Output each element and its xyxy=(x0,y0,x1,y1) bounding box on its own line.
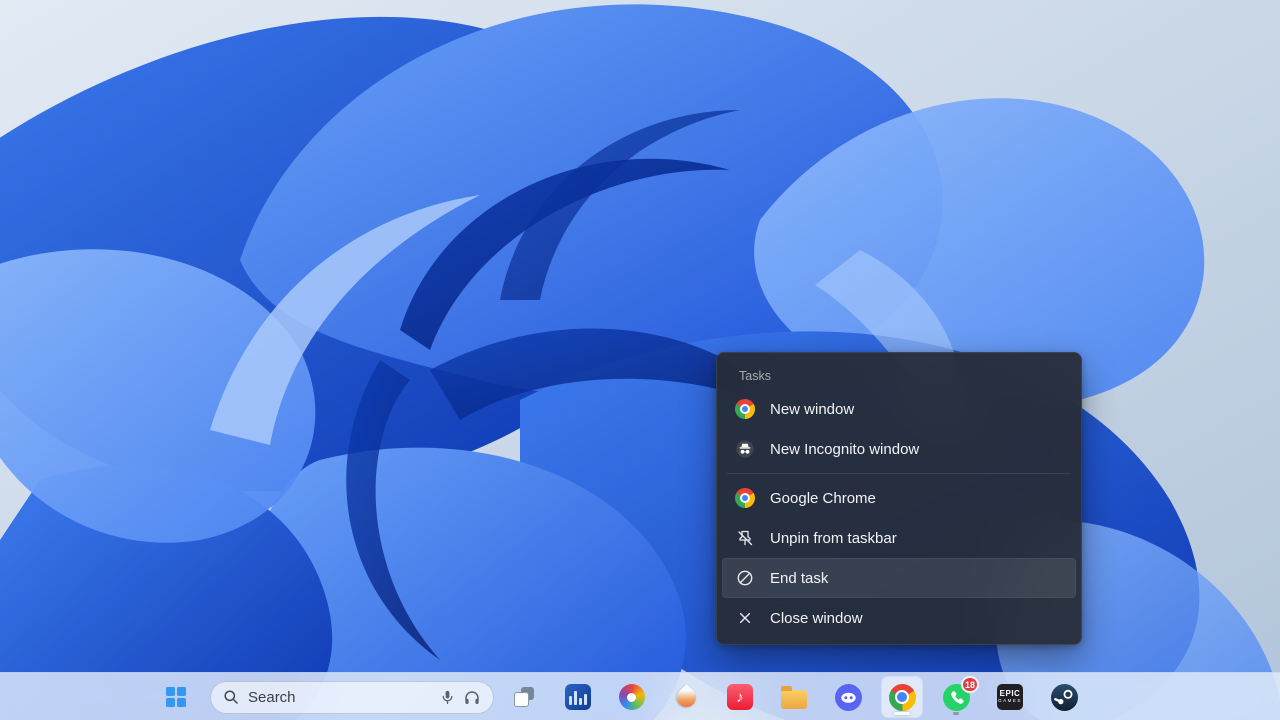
paint-palette-icon xyxy=(619,684,645,710)
taskbar-app-paint[interactable] xyxy=(612,677,652,717)
incognito-icon xyxy=(735,439,755,459)
task-manager-icon xyxy=(565,684,591,710)
taskbar-app-epic-games[interactable]: EPIC GAMES xyxy=(990,677,1030,717)
menu-item-end-task[interactable]: End task xyxy=(722,558,1076,598)
menu-item-label: New window xyxy=(770,401,854,418)
start-button[interactable] xyxy=(156,677,196,717)
task-view-icon xyxy=(512,685,536,709)
taskbar-app-steam[interactable] xyxy=(1044,677,1084,717)
active-app-indicator xyxy=(894,712,910,715)
menu-item-label: New Incognito window xyxy=(770,441,919,458)
menu-item-label: End task xyxy=(770,570,828,587)
menu-item-close-window[interactable]: Close window xyxy=(722,598,1076,638)
epic-games-icon: EPIC GAMES xyxy=(997,684,1023,710)
taskbar: Search xyxy=(0,672,1280,720)
droplet-app-icon xyxy=(673,684,700,711)
search-icon xyxy=(223,689,239,705)
wallpaper-bloom xyxy=(0,0,1280,720)
menu-item-label: Close window xyxy=(770,610,863,627)
chrome-icon xyxy=(735,399,755,419)
search-highlights xyxy=(439,688,481,706)
steam-icon xyxy=(1051,684,1078,711)
chrome-icon xyxy=(889,684,916,711)
search-box[interactable]: Search xyxy=(210,681,494,714)
unpin-icon xyxy=(735,528,755,548)
menu-item-label: Unpin from taskbar xyxy=(770,530,897,547)
taskbar-app-music[interactable]: ♪ xyxy=(720,677,760,717)
chrome-jump-list: Tasks New window New Incognito window xyxy=(716,352,1082,645)
windows-logo-icon xyxy=(166,687,186,707)
chrome-icon xyxy=(735,488,755,508)
search-label: Search xyxy=(248,689,430,706)
taskbar-app-whatsapp[interactable]: 18 xyxy=(936,677,976,717)
taskbar-icon-row: Search xyxy=(156,673,1084,720)
notification-badge: 18 xyxy=(961,676,979,693)
taskbar-app-droplet[interactable] xyxy=(666,677,706,717)
menu-item-unpin-from-taskbar[interactable]: Unpin from taskbar xyxy=(722,518,1076,558)
jump-list-section-header: Tasks xyxy=(717,357,1081,389)
menu-divider xyxy=(727,473,1071,474)
taskbar-app-file-explorer[interactable] xyxy=(774,677,814,717)
microphone-icon xyxy=(439,689,456,706)
headphones-icon xyxy=(463,688,481,706)
desktop: Tasks New window New Incognito window xyxy=(0,0,1280,720)
taskbar-app-discord[interactable] xyxy=(828,677,868,717)
menu-item-label: Google Chrome xyxy=(770,490,876,507)
taskbar-app-task-manager[interactable] xyxy=(558,677,598,717)
end-task-icon xyxy=(735,568,755,588)
menu-item-google-chrome[interactable]: Google Chrome xyxy=(722,478,1076,518)
discord-icon xyxy=(835,684,862,711)
running-app-indicator xyxy=(953,712,959,715)
file-explorer-folder-icon xyxy=(781,690,807,709)
menu-item-new-incognito-window[interactable]: New Incognito window xyxy=(722,429,1076,469)
task-view-button[interactable] xyxy=(504,677,544,717)
apple-music-icon: ♪ xyxy=(727,684,753,710)
taskbar-app-chrome[interactable] xyxy=(882,677,922,717)
menu-item-new-window[interactable]: New window xyxy=(722,389,1076,429)
close-icon xyxy=(735,608,755,628)
